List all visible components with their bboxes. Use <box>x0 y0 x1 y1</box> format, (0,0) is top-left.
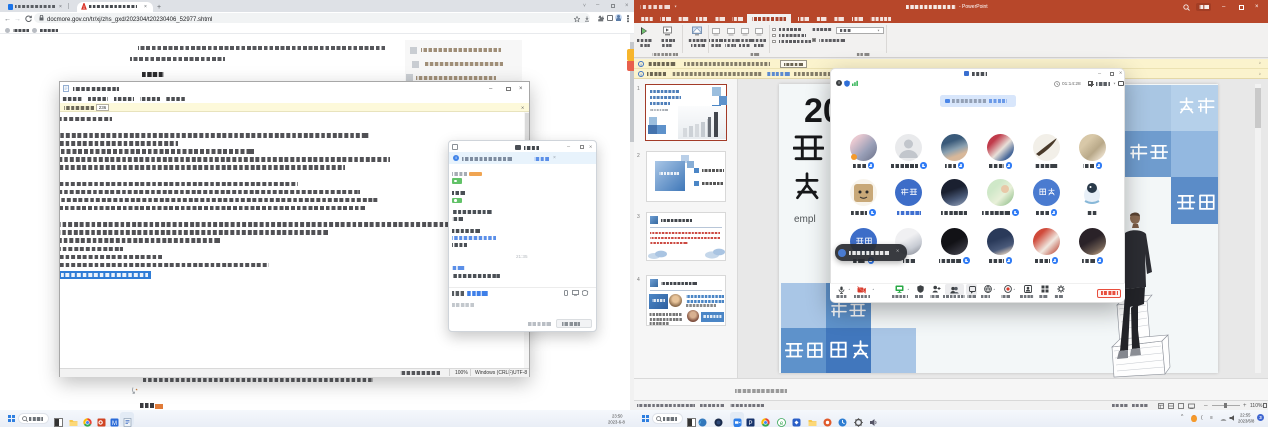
svg-text:P: P <box>748 420 752 426</box>
svg-text:M: M <box>112 420 117 426</box>
